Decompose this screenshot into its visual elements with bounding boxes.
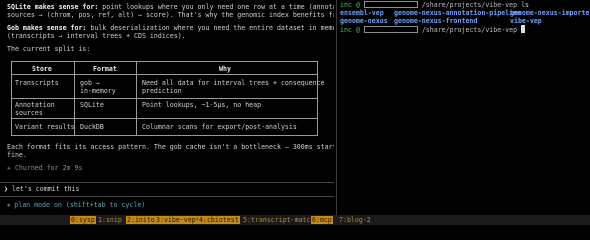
churned-status: ✳ Churned for 2m 9s	[7, 164, 83, 172]
table-cell-store: Annotation	[15, 101, 55, 109]
table-row-divider	[12, 98, 317, 99]
pane-divider[interactable]	[336, 0, 337, 215]
tmux-window-tab-active[interactable]: 3:vibe-vep*	[155, 216, 201, 224]
redacted-host-box	[363, 1, 418, 8]
sqlite-text1: point lookups where you only need one ro…	[98, 3, 334, 11]
sqlite-paragraph-line1: SQLite makes sense for: point lookups wh…	[7, 3, 334, 11]
tmux-window-tab[interactable]: 0:sysp	[70, 216, 96, 224]
table-cell-format: DuckDB	[80, 123, 104, 131]
table-header-format: Format	[93, 65, 117, 73]
tmux-window-tab[interactable]: 5:transcript-match	[242, 216, 315, 224]
tmux-status-bar: 0:sysp 1:snip 2:inito 3:vibe-vep* 4:cbio…	[0, 215, 590, 225]
conclusion-line1: Each format fits its access pattern. The…	[7, 143, 334, 151]
gob-text1: bulk deserialization where you need the …	[86, 24, 334, 32]
ls-entry: genome-nexus-importer	[510, 9, 590, 17]
table-cell-why: Columnar scans for export/post-analysis	[142, 123, 297, 131]
table-header-divider	[12, 74, 317, 75]
table-cell-store: Transcripts	[15, 79, 59, 87]
tmux-window-tab[interactable]: 6:mcp	[311, 216, 333, 224]
plan-mode-indicator[interactable]: ⏸ plan mode on (shift+tab to cycle)	[7, 201, 145, 209]
tmux-window-tab[interactable]: 1:snip	[97, 216, 123, 224]
table-cell-why: Need all data for interval trees + conse…	[142, 79, 325, 87]
tmux-window-tab[interactable]: 4:cbiotest	[198, 216, 240, 224]
shell-path: /share/projects/vibe-vep	[417, 26, 518, 34]
table-cell-why: prediction	[142, 87, 182, 95]
ls-entry: vibe-vep	[510, 17, 542, 25]
sqlite-paragraph-line2: sources → (chrom, pos, ref, alt) → score…	[7, 11, 334, 19]
prompt-bottom-border	[0, 196, 334, 197]
shell-prompt: inc @	[340, 26, 360, 34]
shell-pane[interactable]: inc @ /share/projects/vibe-vep ls ensemb…	[340, 0, 590, 215]
shell-line-current[interactable]: inc @ /share/projects/vibe-vep	[340, 25, 526, 34]
ls-entry: ensembl-vep	[340, 9, 384, 17]
table-cell-why: Point lookups, ~1-5μs, no heap	[142, 101, 262, 109]
ls-entry: genome-nexus-frontend	[394, 17, 478, 25]
prompt-caret-icon: ❯	[4, 185, 8, 193]
table-row-divider	[12, 118, 317, 119]
gob-heading: Gob makes sense for:	[7, 24, 87, 32]
tmux-window-tab[interactable]: 2:inito	[126, 216, 156, 224]
table-cell-format: in-memory	[80, 87, 116, 95]
table-col-divider	[136, 62, 137, 135]
gob-paragraph-line1: Gob makes sense for: bulk deserializatio…	[7, 24, 334, 32]
shell-command: ls	[517, 1, 530, 9]
prompt-input-text[interactable]: let's commit this	[12, 185, 80, 193]
prompt-top-border	[0, 182, 334, 183]
terminal-cursor	[521, 25, 526, 33]
shell-prompt: inc @	[340, 1, 360, 9]
redacted-host-box	[363, 26, 418, 33]
shell-path: /share/projects/vibe-vep	[417, 1, 518, 9]
table-cell-format: SQLite	[80, 101, 104, 109]
table-cell-format: gob →	[80, 79, 100, 87]
table-cell-store: Variant results	[15, 123, 75, 131]
sqlite-heading: SQLite makes sense for:	[7, 3, 99, 11]
table-header-store: Store	[32, 65, 52, 73]
conclusion-line2: fine.	[7, 151, 27, 159]
split-intro: The current split is:	[7, 45, 91, 53]
claude-pane: SQLite makes sense for: point lookups wh…	[0, 0, 334, 215]
storage-split-table: Store Format Why Transcripts gob → in-me…	[11, 61, 325, 136]
table-cell-store: sources	[15, 109, 43, 117]
prompt-input-box[interactable]: ❯ let's commit this	[4, 185, 79, 193]
ls-entry: genome-nexus	[340, 17, 388, 25]
table-header-why: Why	[219, 65, 231, 73]
ls-entry: genome-nexus-annotation-pipeline	[394, 9, 522, 17]
shell-line-ls: inc @ /share/projects/vibe-vep ls	[340, 1, 529, 9]
gob-paragraph-line2: (transcripts → interval trees + CDS indi…	[7, 32, 186, 40]
tmux-window-tab[interactable]: 7:blog-2	[338, 216, 372, 224]
